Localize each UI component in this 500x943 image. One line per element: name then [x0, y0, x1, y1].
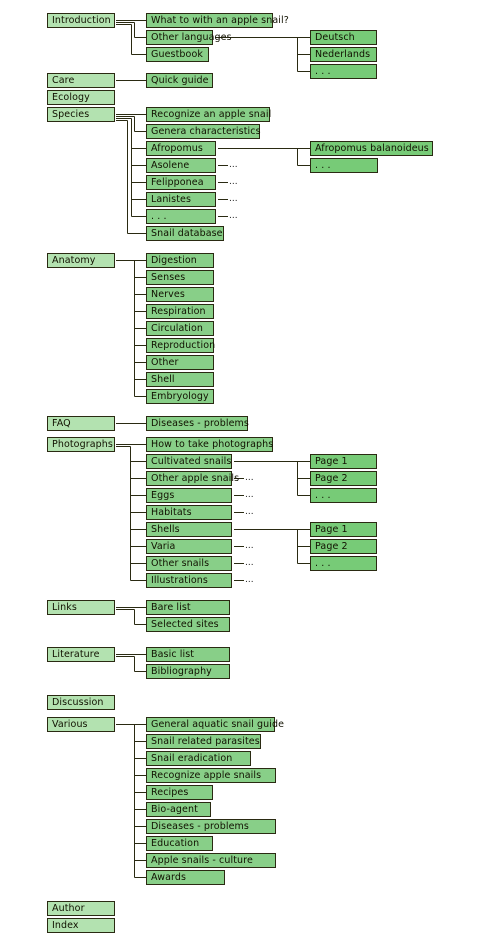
nav-anatomy[interactable]: Anatomy	[47, 253, 115, 268]
nav-care-quick-guide[interactable]: Quick guide	[146, 73, 213, 88]
nav-anatomy-digestion[interactable]: Digestion	[146, 253, 214, 268]
nav-anatomy-circulation[interactable]: Circulation	[146, 321, 214, 336]
more-ellipsis: ...	[229, 211, 238, 221]
site-map: Introduction What to with an apple snail?…	[0, 0, 500, 943]
nav-photographs-illustrations[interactable]: Illustrations	[146, 573, 232, 588]
nav-species-lanistes[interactable]: Lanistes	[146, 192, 216, 207]
nav-various-apple-snails-culture[interactable]: Apple snails - culture	[146, 853, 276, 868]
nav-photographs-how-to-take-photographs[interactable]: How to take photographs	[146, 437, 273, 452]
nav-species-genera-characteristics[interactable]: Genera characteristics	[146, 124, 261, 139]
nav-photographs-habitats[interactable]: Habitats	[146, 505, 232, 520]
nav-discussion[interactable]: Discussion	[47, 695, 115, 710]
nav-shells-page-2[interactable]: Page 2	[310, 539, 377, 554]
nav-afropomus-more[interactable]: . . .	[310, 158, 378, 173]
nav-photographs[interactable]: Photographs	[47, 437, 115, 452]
nav-ecology[interactable]: Ecology	[47, 90, 115, 105]
nav-links-bare-list[interactable]: Bare list	[146, 600, 230, 615]
nav-literature-basic-list[interactable]: Basic list	[146, 647, 230, 662]
nav-anatomy-respiration[interactable]: Respiration	[146, 304, 214, 319]
nav-cultivated-snails-page-2[interactable]: Page 2	[310, 471, 377, 486]
more-ellipsis: ...	[245, 473, 254, 483]
nav-links-selected-sites[interactable]: Selected sites	[146, 617, 230, 632]
nav-anatomy-nerves[interactable]: Nerves	[146, 287, 214, 302]
nav-various-recipes[interactable]: Recipes	[146, 785, 213, 800]
nav-other-languages-nederlands[interactable]: Nederlands	[310, 47, 377, 62]
more-ellipsis: ...	[229, 194, 238, 204]
nav-anatomy-senses[interactable]: Senses	[146, 270, 214, 285]
nav-faq-diseases-problems[interactable]: Diseases - problems	[146, 416, 249, 431]
nav-species-recognize-an-apple-snail[interactable]: Recognize an apple snail	[146, 107, 271, 122]
nav-anatomy-other[interactable]: Other	[146, 355, 214, 370]
nav-faq[interactable]: FAQ	[47, 416, 115, 431]
nav-photographs-varia[interactable]: Varia	[146, 539, 232, 554]
nav-literature-bibliography[interactable]: Bibliography	[146, 664, 230, 679]
more-ellipsis: ...	[245, 541, 254, 551]
nav-other-languages-more[interactable]: . . .	[310, 64, 377, 79]
nav-other-languages-deutsch[interactable]: Deutsch	[310, 30, 377, 45]
nav-species-felipponea[interactable]: Felipponea	[146, 175, 216, 190]
more-ellipsis: ...	[245, 507, 254, 517]
nav-various-snail-related-parasites[interactable]: Snail related parasites	[146, 734, 261, 749]
more-ellipsis: ...	[245, 558, 254, 568]
nav-introduction-guestbook[interactable]: Guestbook	[146, 47, 209, 62]
nav-various-recognize-apple-snails[interactable]: Recognize apple snails	[146, 768, 276, 783]
nav-photographs-cultivated-snails[interactable]: Cultivated snails	[146, 454, 232, 469]
more-ellipsis: ...	[245, 575, 254, 585]
nav-shells-page-1[interactable]: Page 1	[310, 522, 377, 537]
nav-various-diseases-problems[interactable]: Diseases - problems	[146, 819, 276, 834]
nav-species-more[interactable]: . . .	[146, 209, 216, 224]
nav-index[interactable]: Index	[47, 918, 115, 933]
nav-various-snail-eradication[interactable]: Snail eradication	[146, 751, 251, 766]
nav-author[interactable]: Author	[47, 901, 115, 916]
nav-species[interactable]: Species	[47, 107, 115, 122]
nav-cultivated-snails-page-1[interactable]: Page 1	[310, 454, 377, 469]
nav-various-general-aquatic-snail-guide[interactable]: General aquatic snail guide	[146, 717, 284, 732]
nav-various[interactable]: Various	[47, 717, 115, 732]
nav-afropomus-afropomus-balanoideus[interactable]: Afropomus balanoideus	[310, 141, 433, 156]
nav-photographs-eggs[interactable]: Eggs	[146, 488, 232, 503]
nav-care[interactable]: Care	[47, 73, 115, 88]
nav-photographs-other-snails[interactable]: Other snails	[146, 556, 232, 571]
nav-photographs-shells[interactable]: Shells	[146, 522, 232, 537]
more-ellipsis: ...	[245, 490, 254, 500]
nav-introduction-what-to-with-an-apple-snail[interactable]: What to with an apple snail?	[146, 13, 289, 28]
nav-anatomy-shell[interactable]: Shell	[146, 372, 214, 387]
nav-various-bio-agent[interactable]: Bio-agent	[146, 802, 211, 817]
more-ellipsis: ...	[229, 160, 238, 170]
nav-species-snail-database[interactable]: Snail database	[146, 226, 224, 241]
nav-shells-more[interactable]: . . .	[310, 556, 377, 571]
nav-links[interactable]: Links	[47, 600, 115, 615]
nav-anatomy-reproduction[interactable]: Reproduction	[146, 338, 215, 353]
nav-anatomy-embryology[interactable]: Embryology	[146, 389, 214, 404]
nav-literature[interactable]: Literature	[47, 647, 115, 662]
nav-introduction[interactable]: Introduction	[47, 13, 115, 28]
nav-various-awards[interactable]: Awards	[146, 870, 225, 885]
nav-species-afropomus[interactable]: Afropomus	[146, 141, 216, 156]
more-ellipsis: ...	[229, 177, 238, 187]
nav-introduction-other-languages[interactable]: Other languages	[146, 30, 232, 45]
nav-cultivated-snails-more[interactable]: . . .	[310, 488, 377, 503]
nav-various-education[interactable]: Education	[146, 836, 213, 851]
nav-photographs-other-apple-snails[interactable]: Other apple snails	[146, 471, 239, 486]
nav-species-asolene[interactable]: Asolene	[146, 158, 216, 173]
